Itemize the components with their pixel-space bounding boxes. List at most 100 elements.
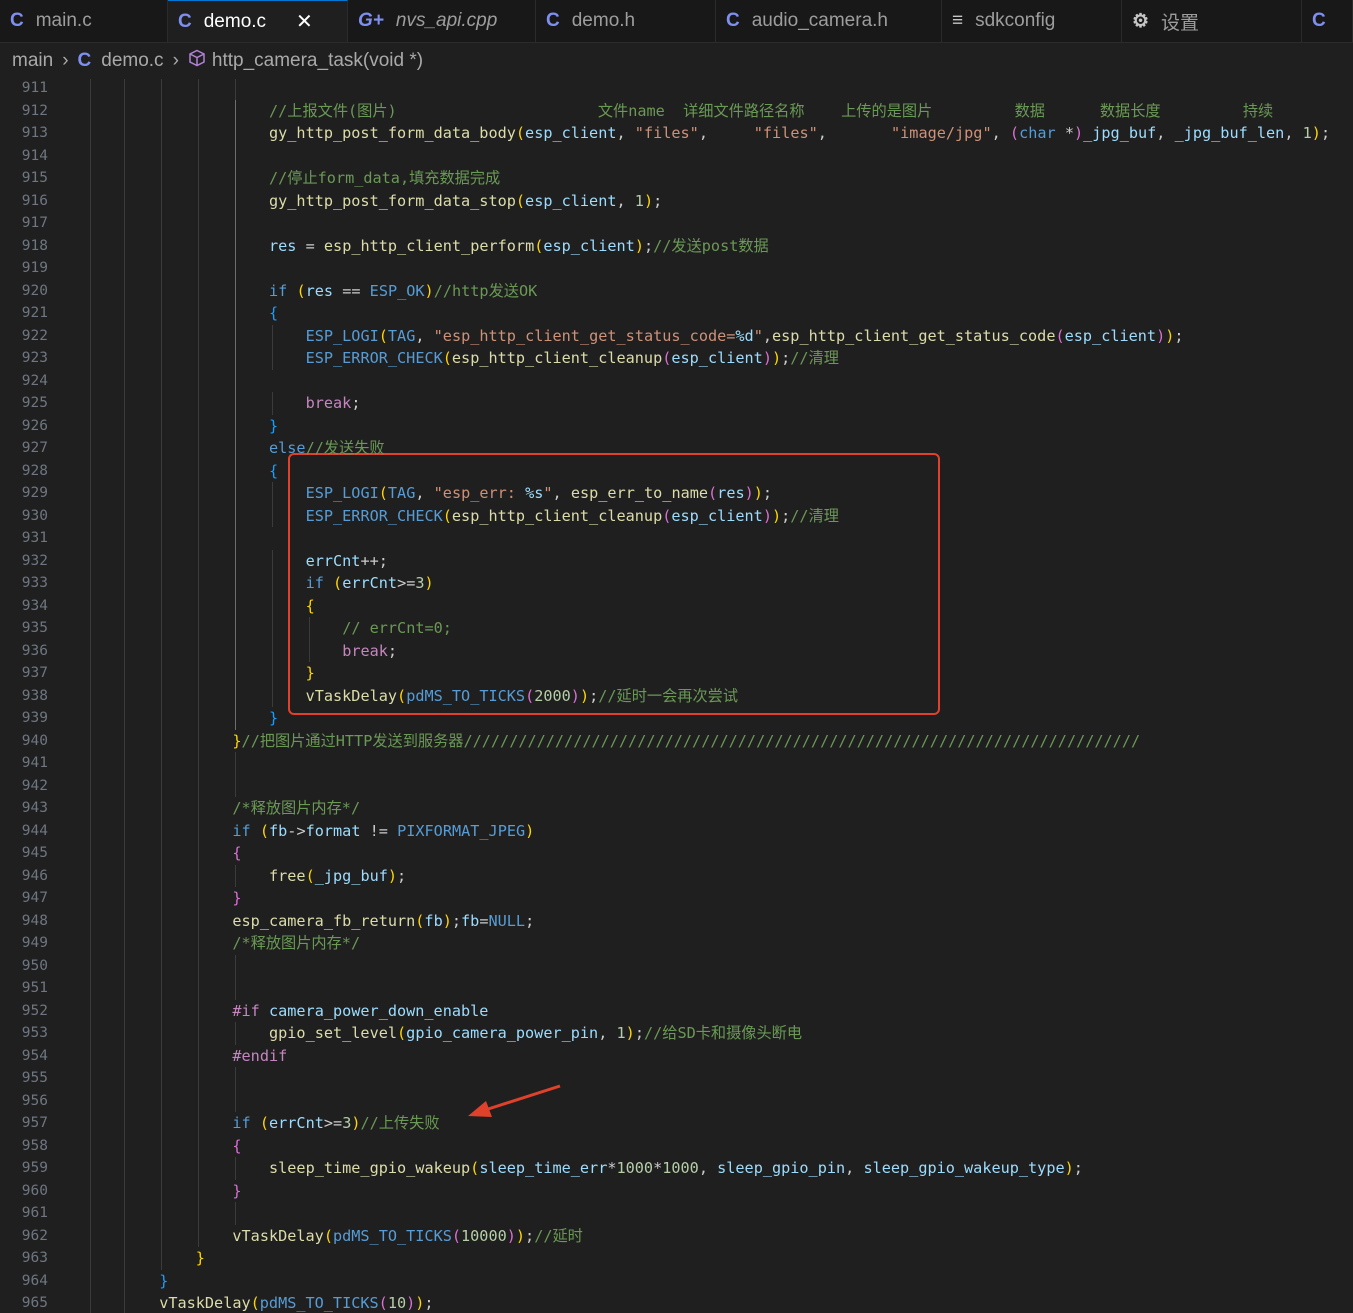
line-number: 931 xyxy=(21,530,48,546)
code-line[interactable]: 929 ESP_LOGI(TAG, "esp_err: %s", esp_err_… xyxy=(0,482,1353,505)
indent-guide xyxy=(124,212,125,235)
code-line[interactable]: 916 gy_http_post_form_data_stop(esp_clien… xyxy=(0,189,1353,212)
tab-audio-camera-h[interactable]: Caudio_camera.h xyxy=(716,0,942,42)
code-line[interactable]: 950 xyxy=(0,954,1353,977)
indent-guide xyxy=(124,1112,125,1135)
tab-nvs-api-cpp[interactable]: G+ nvs_api.cpp xyxy=(348,0,536,42)
indent-guide xyxy=(161,437,162,460)
indent-guide xyxy=(235,212,236,235)
code-line[interactable]: 913 gy_http_post_form_data_body(esp_clien… xyxy=(0,122,1353,145)
code-line[interactable]: 943 /*释放图片内存*/ xyxy=(0,797,1353,820)
indent-guide xyxy=(124,617,125,640)
code-line[interactable]: 965 vTaskDelay(pdMS_TO_TICKS(10)); xyxy=(0,1292,1353,1313)
indent-guide xyxy=(161,617,162,640)
code-line[interactable]: 958 { xyxy=(0,1134,1353,1157)
code-line[interactable]: 925 break; xyxy=(0,392,1353,415)
code-line[interactable]: 962 vTaskDelay(pdMS_TO_TICKS(10000));//延时 xyxy=(0,1224,1353,1247)
code-line[interactable]: 937} xyxy=(0,662,1353,685)
indent-guide xyxy=(90,662,91,685)
indent-guide xyxy=(90,279,91,302)
code-line[interactable]: 930 ESP_ERROR_CHECK(esp_http_client_clean… xyxy=(0,504,1353,527)
breadcrumb-folder[interactable]: main xyxy=(12,50,53,72)
code-line[interactable]: 959 sleep_time_gpio_wakeup(sleep_time_err… xyxy=(0,1157,1353,1180)
breadcrumb-symbol[interactable]: http_camera_task(void *) xyxy=(212,50,423,72)
code-line[interactable]: 914 xyxy=(0,144,1353,167)
code-line[interactable]: 938 vTaskDelay(pdMS_TO_TICKS(2000));//延时一… xyxy=(0,684,1353,707)
code-line[interactable]: 963} xyxy=(0,1247,1353,1270)
code-line[interactable]: 941 xyxy=(0,752,1353,775)
indent-guide xyxy=(124,437,125,460)
indent-guide xyxy=(90,932,91,955)
indent-guide xyxy=(90,504,91,527)
code-line[interactable]: 926} xyxy=(0,414,1353,437)
indent-guide xyxy=(124,1157,125,1180)
code-line[interactable]: 936 break; xyxy=(0,639,1353,662)
indent-guide xyxy=(198,257,199,280)
indent-guide xyxy=(90,887,91,910)
breadcrumb-file[interactable]: demo.c xyxy=(101,50,163,72)
code-line[interactable]: 947} xyxy=(0,887,1353,910)
code-line[interactable]: 945 { xyxy=(0,842,1353,865)
code-line[interactable]: 927 else//发送失败 xyxy=(0,437,1353,460)
code-line[interactable]: 933 if (errCnt>=3) xyxy=(0,572,1353,595)
code-text: } xyxy=(232,889,242,907)
indent-guide xyxy=(272,504,273,527)
code-line[interactable]: 960} xyxy=(0,1179,1353,1202)
code-line[interactable]: 955 xyxy=(0,1067,1353,1090)
code-line[interactable]: 961 xyxy=(0,1202,1353,1225)
code-line[interactable]: 931 xyxy=(0,527,1353,550)
code-editor[interactable]: 911 912 //上报文件(图片) 文件name 详细文件路径名称 上传的是图片 … xyxy=(0,79,1353,1313)
indent-guide xyxy=(161,774,162,797)
code-line[interactable]: 953 gpio_set_level(gpio_camera_power_pin,… xyxy=(0,1022,1353,1045)
code-line[interactable]: 924 xyxy=(0,369,1353,392)
code-line[interactable]: 934 { xyxy=(0,594,1353,617)
indent-guide xyxy=(198,122,199,145)
code-line[interactable]: 956 xyxy=(0,1089,1353,1112)
indent-guide xyxy=(272,684,273,707)
code-line[interactable]: 920 if (res == ESP_OK)//http发送OK xyxy=(0,279,1353,302)
code-line[interactable]: 919 xyxy=(0,257,1353,280)
indent-guide xyxy=(90,1022,91,1045)
code-line[interactable]: 954 #endif xyxy=(0,1044,1353,1067)
code-line[interactable]: 922 ESP_LOGI(TAG, "esp_http_client_get_st… xyxy=(0,324,1353,347)
tab-demo-c[interactable]: Cdemo.c ✕ xyxy=(168,0,348,42)
code-line[interactable]: 952 #if camera_power_down_enable xyxy=(0,999,1353,1022)
code-line[interactable]: 957 if (errCnt>=3)//上传失败 xyxy=(0,1112,1353,1135)
code-line[interactable]: 940}//把图片通过HTTP发送到服务器///////////////////… xyxy=(0,729,1353,752)
indent-guide xyxy=(198,167,199,190)
code-line[interactable]: 951 xyxy=(0,977,1353,1000)
code-line[interactable]: 946 free(_jpg_buf); xyxy=(0,864,1353,887)
code-line[interactable]: 964} xyxy=(0,1269,1353,1292)
code-line[interactable]: 911 xyxy=(0,79,1353,100)
code-line[interactable]: 942 xyxy=(0,774,1353,797)
code-line[interactable]: 932 errCnt++; xyxy=(0,549,1353,572)
indent-guide xyxy=(124,549,125,572)
tab-more[interactable]: C xyxy=(1302,0,1353,42)
indent-guide xyxy=(161,707,162,730)
indent-guide xyxy=(198,234,199,257)
code-line[interactable]: 917 xyxy=(0,212,1353,235)
indent-guide xyxy=(90,1202,91,1225)
indent-guide xyxy=(235,167,236,190)
tab--[interactable]: ⚙ 设置 xyxy=(1122,0,1302,42)
code-line[interactable]: 915 //停止form_data,填充数据完成 xyxy=(0,167,1353,190)
close-icon[interactable]: ✕ xyxy=(296,9,313,34)
code-line[interactable]: 948 esp_camera_fb_return(fb);fb=NULL; xyxy=(0,909,1353,932)
code-line[interactable]: 918 res = esp_http_client_perform(esp_cli… xyxy=(0,234,1353,257)
tab-sdkconfig[interactable]: ≡ sdkconfig xyxy=(942,0,1122,42)
code-line[interactable]: 923 ESP_ERROR_CHECK(esp_http_client_clean… xyxy=(0,347,1353,370)
indent-guide xyxy=(90,459,91,482)
code-line[interactable]: 944 if (fb->format != PIXFORMAT_JPEG) xyxy=(0,819,1353,842)
indent-guide xyxy=(161,414,162,437)
indent-guide xyxy=(124,594,125,617)
tab-demo-h[interactable]: Cdemo.h xyxy=(536,0,716,42)
code-line[interactable]: 928 { xyxy=(0,459,1353,482)
code-line[interactable]: 949 /*释放图片内存*/ xyxy=(0,932,1353,955)
indent-guide xyxy=(124,932,125,955)
code-line[interactable]: 912 //上报文件(图片) 文件name 详细文件路径名称 上传的是图片 数据 … xyxy=(0,99,1353,122)
code-line[interactable]: 921 { xyxy=(0,302,1353,325)
code-line[interactable]: 939} xyxy=(0,707,1353,730)
indent-guide xyxy=(161,819,162,842)
tab-main-c[interactable]: Cmain.c xyxy=(0,0,168,42)
code-line[interactable]: 935 // errCnt=0; xyxy=(0,617,1353,640)
